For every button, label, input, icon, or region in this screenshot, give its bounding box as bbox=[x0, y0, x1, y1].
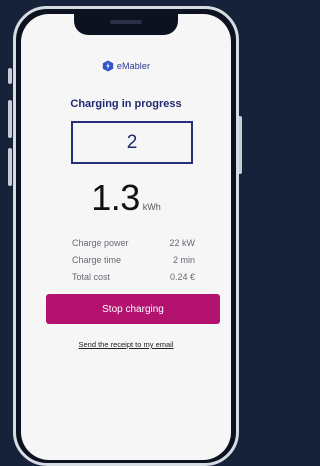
send-receipt-link[interactable]: Send the receipt to my email bbox=[21, 340, 231, 349]
charging-stats: Charge power 22 kW Charge time 2 min Tot… bbox=[72, 234, 195, 285]
energy-unit: kWh bbox=[142, 202, 161, 212]
volume-up-button bbox=[8, 100, 12, 138]
stat-value: 22 kW bbox=[169, 237, 195, 248]
connector-code-box: 2 bbox=[71, 121, 193, 164]
stat-value: 2 min bbox=[172, 254, 195, 265]
volume-down-button bbox=[8, 148, 12, 186]
phone-frame: eMabler Charging in progress 2 1.3 kWh C… bbox=[13, 6, 239, 466]
page-title: Charging in progress bbox=[70, 98, 182, 110]
stat-row-charge-time: Charge time 2 min bbox=[72, 251, 195, 268]
logo-text: eMabler bbox=[116, 61, 151, 71]
energy-value: 1.3 bbox=[91, 177, 140, 218]
silent-switch bbox=[8, 68, 12, 84]
stat-label: Charge time bbox=[72, 254, 122, 265]
energy-readout: 1.3 kWh bbox=[21, 180, 231, 216]
phone-screen: eMabler Charging in progress 2 1.3 kWh C… bbox=[21, 14, 231, 460]
emabler-logo-icon bbox=[102, 60, 114, 72]
stat-row-charge-power: Charge power 22 kW bbox=[72, 234, 195, 251]
stat-label: Charge power bbox=[72, 237, 129, 248]
stat-row-total-cost: Total cost 0.24 € bbox=[72, 268, 195, 285]
connector-code: 2 bbox=[126, 131, 138, 153]
app-logo: eMabler bbox=[21, 60, 231, 72]
stat-label: Total cost bbox=[72, 271, 111, 282]
stat-value: 0.24 € bbox=[169, 271, 195, 282]
stop-charging-button[interactable]: Stop charging bbox=[46, 294, 220, 324]
phone-notch bbox=[74, 14, 178, 35]
